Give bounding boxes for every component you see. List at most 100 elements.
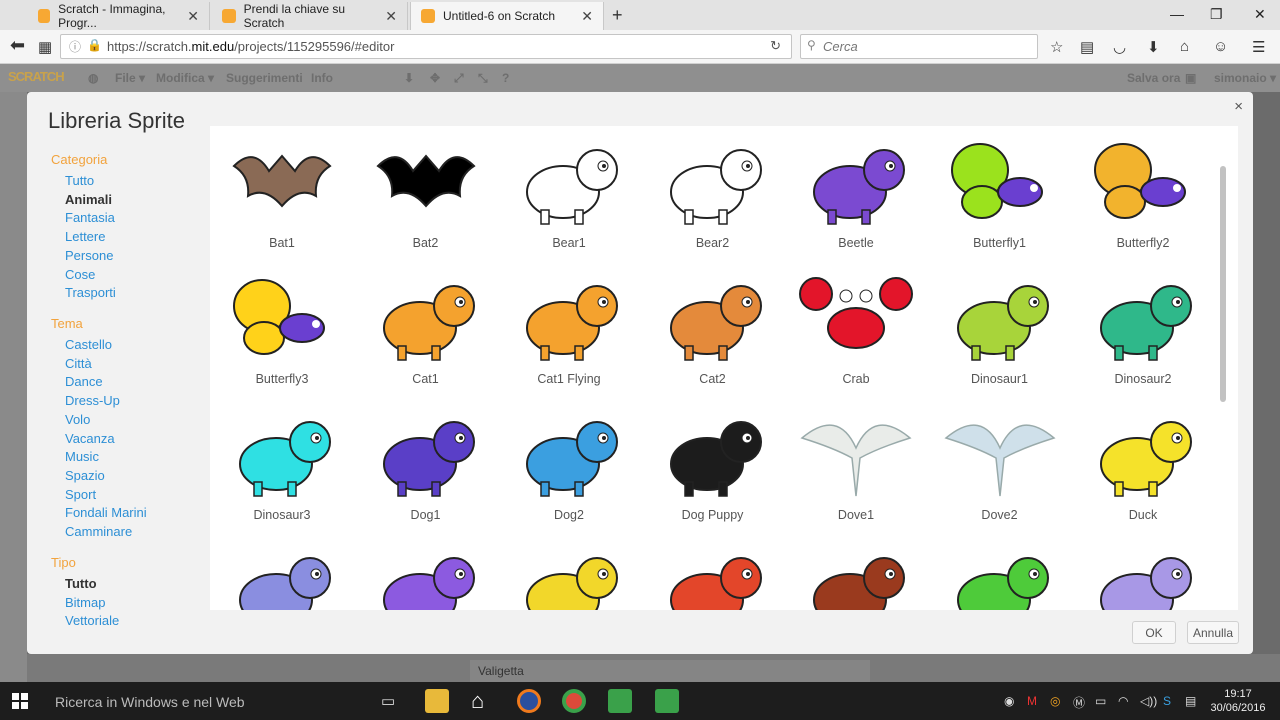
sprite-tile[interactable]: Dove2 xyxy=(928,398,1072,534)
battery-icon[interactable]: ▭ xyxy=(1095,694,1106,708)
scrollbar-thumb[interactable] xyxy=(1220,166,1226,402)
category-item-fantasia[interactable]: Fantasia xyxy=(65,210,115,225)
close-icon[interactable]: ✕ xyxy=(581,8,593,25)
theme-item-vacanza[interactable]: Vacanza xyxy=(65,431,115,446)
minimize-icon[interactable]: — xyxy=(1170,6,1184,22)
sprite-tile[interactable]: Dog1 xyxy=(354,398,498,534)
category-item-trasporti[interactable]: Trasporti xyxy=(65,285,116,300)
search-input[interactable]: ⚲ Cerca xyxy=(800,34,1038,59)
sprite-tile[interactable] xyxy=(641,534,785,610)
mail-tray-icon[interactable]: M xyxy=(1027,694,1037,708)
sprite-tile[interactable]: Dinosaur2 xyxy=(1071,262,1215,398)
back-arrow-icon[interactable]: ⬅ xyxy=(10,35,25,56)
menu-info[interactable]: Info xyxy=(311,71,333,85)
sprite-tile[interactable]: Cat1 Flying xyxy=(497,262,641,398)
move-icon[interactable]: ✥ xyxy=(430,71,440,85)
scratch-logo[interactable]: SCRATCH xyxy=(8,69,65,84)
volume-icon[interactable]: ◁)) xyxy=(1140,694,1157,708)
type-item-bitmap[interactable]: Bitmap xyxy=(65,595,105,610)
sprite-tile[interactable]: Dog2 xyxy=(497,398,641,534)
wifi-icon[interactable]: ◠ xyxy=(1118,694,1128,708)
globe-icon[interactable]: ◍ xyxy=(88,71,98,85)
camtasia-icon[interactable] xyxy=(608,689,632,713)
category-item-tutto[interactable]: Tutto xyxy=(65,173,94,188)
tab-prendi-chiave[interactable]: Prendi la chiave su Scratch ✕ xyxy=(212,2,408,30)
theme-item-music[interactable]: Music xyxy=(65,449,99,464)
taskbar-clock[interactable]: 19:17 30/06/2016 xyxy=(1208,687,1268,715)
task-view-icon[interactable]: ▭ xyxy=(381,692,395,710)
windows-search-box[interactable]: Ricerca in Windows e nel Web xyxy=(55,694,245,710)
sprite-tile[interactable]: Bat1 xyxy=(210,126,354,262)
close-icon[interactable]: ✕ xyxy=(187,8,199,25)
sprite-tile[interactable]: Cat2 xyxy=(641,262,785,398)
theme-item-camminare[interactable]: Camminare xyxy=(65,524,132,539)
pocket-icon[interactable]: ◡ xyxy=(1113,38,1126,56)
reload-icon[interactable]: ↻ xyxy=(770,38,781,54)
theme-item-fondali-marini[interactable]: Fondali Marini xyxy=(65,505,147,520)
theme-item-sport[interactable]: Sport xyxy=(65,487,96,502)
sprite-tile[interactable]: Dove1 xyxy=(784,398,928,534)
sprite-tile[interactable]: Bat2 xyxy=(354,126,498,262)
home-icon[interactable]: ⌂ xyxy=(471,688,484,714)
theme-item-dress-up[interactable]: Dress-Up xyxy=(65,393,120,408)
save-now-link[interactable]: Salva ora xyxy=(1127,71,1180,85)
chrome-tray-icon[interactable]: ◉ xyxy=(1004,694,1014,708)
chat-icon[interactable]: ☺ xyxy=(1213,38,1228,55)
shrink-icon[interactable]: ⤡ xyxy=(478,71,488,86)
menu-suggerimenti[interactable]: Suggerimenti xyxy=(226,71,303,85)
type-item-vettoriale[interactable]: Vettoriale xyxy=(65,613,119,628)
info-icon[interactable]: ⓘ xyxy=(69,38,81,55)
close-icon[interactable]: ✕ xyxy=(385,8,397,25)
sprite-tile[interactable]: Duck xyxy=(1071,398,1215,534)
windows-start-icon[interactable] xyxy=(12,693,28,709)
sprite-tile[interactable]: Butterfly3 xyxy=(210,262,354,398)
sprite-tile[interactable] xyxy=(1071,534,1215,610)
sprite-tile[interactable]: Bear1 xyxy=(497,126,641,262)
menu-icon[interactable]: ☰ xyxy=(1252,38,1265,56)
sprite-tile[interactable]: Crab xyxy=(784,262,928,398)
menu-file[interactable]: File ▾ xyxy=(115,71,145,85)
category-item-cose[interactable]: Cose xyxy=(65,267,95,282)
download-icon[interactable]: ⬇ xyxy=(1147,38,1160,56)
close-icon[interactable]: × xyxy=(1234,98,1243,115)
new-tab-icon[interactable]: + xyxy=(612,5,623,26)
sprite-tile[interactable] xyxy=(354,534,498,610)
home-icon[interactable]: ⌂ xyxy=(1180,38,1189,55)
tab-scratch-home[interactable]: Scratch - Immagina, Progr... ✕ xyxy=(28,2,210,30)
sprite-tile[interactable] xyxy=(497,534,641,610)
firefox-icon[interactable] xyxy=(517,689,541,713)
sprite-tile[interactable] xyxy=(784,534,928,610)
url-bar[interactable]: ⓘ 🔒 https://scratch.mit.edu/projects/115… xyxy=(60,34,792,59)
cancel-button[interactable]: Annulla xyxy=(1187,621,1239,644)
menu-modifica[interactable]: Modifica ▾ xyxy=(156,71,214,85)
theme-item-volo[interactable]: Volo xyxy=(65,412,90,427)
maximize-icon[interactable]: ❐ xyxy=(1210,6,1223,23)
notifications-icon[interactable]: ▤ xyxy=(1185,694,1196,708)
help-icon[interactable]: ? xyxy=(502,71,509,85)
chrome-icon[interactable] xyxy=(562,689,586,713)
sprite-tile[interactable]: Cat1 xyxy=(354,262,498,398)
tab-untitled-6[interactable]: Untitled-6 on Scratch ✕ xyxy=(410,2,604,30)
file-explorer-icon[interactable] xyxy=(425,689,449,713)
skype-tray-icon[interactable]: S xyxy=(1163,694,1171,708)
category-item-animali[interactable]: Animali xyxy=(65,192,112,207)
theme-item-citta[interactable]: Città xyxy=(65,356,92,371)
sprite-tile[interactable] xyxy=(210,534,354,610)
grow-icon[interactable]: ⤢ xyxy=(454,71,464,86)
user-menu[interactable]: simonaio ▾ xyxy=(1214,71,1276,85)
folder-icon[interactable]: ▣ xyxy=(1185,71,1196,85)
theme-item-castello[interactable]: Castello xyxy=(65,337,112,352)
category-item-persone[interactable]: Persone xyxy=(65,248,113,263)
avast-tray-icon[interactable]: ◎ xyxy=(1050,694,1060,708)
malwarebytes-tray-icon[interactable]: Ⓜ xyxy=(1073,694,1085,711)
sprite-tile[interactable]: Butterfly1 xyxy=(928,126,1072,262)
sprite-tile[interactable] xyxy=(928,534,1072,610)
category-item-lettere[interactable]: Lettere xyxy=(65,229,105,244)
camtasia-recorder-icon[interactable] xyxy=(655,689,679,713)
sprite-tile[interactable]: Butterfly2 xyxy=(1071,126,1215,262)
sprite-tile[interactable]: Dinosaur1 xyxy=(928,262,1072,398)
stamp-icon[interactable]: ⬇ xyxy=(404,71,414,85)
theme-item-dance[interactable]: Dance xyxy=(65,374,103,389)
ok-button[interactable]: OK xyxy=(1132,621,1176,644)
sprite-tile[interactable]: Dinosaur3 xyxy=(210,398,354,534)
